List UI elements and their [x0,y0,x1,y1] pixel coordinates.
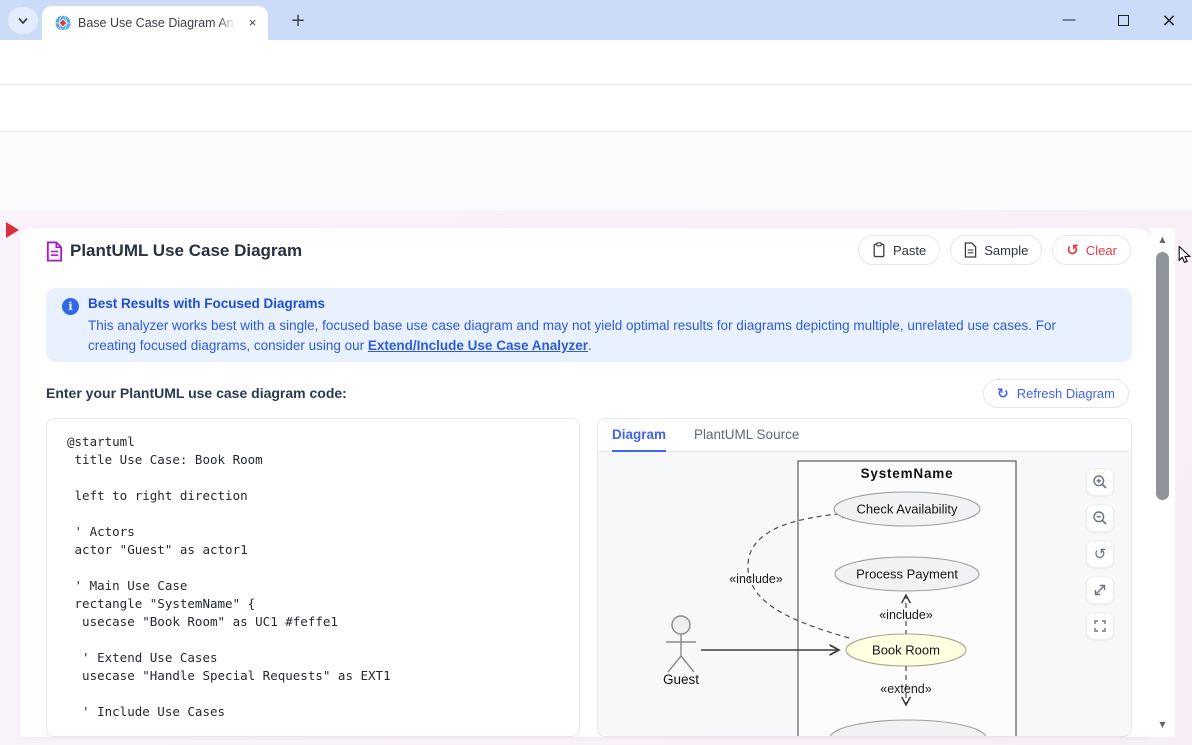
diagram-panel: Diagram PlantUML Source SystemName «incl… [597,418,1132,737]
info-icon: i [62,298,79,315]
tab-title-fade [218,14,240,34]
scroll-down-button[interactable]: ▼ [1150,720,1175,729]
tab-title: Base Use Case Diagram Analyze [78,16,238,32]
undo-icon: ↺ [1066,241,1079,259]
tab-plantuml-source[interactable]: PlantUML Source [694,419,799,452]
extend-label: «extend» [880,682,931,696]
window-maximize-button[interactable] [1100,0,1146,40]
fullscreen-icon [1092,618,1108,634]
chevron-down-icon [17,17,29,25]
card-title: PlantUML Use Case Diagram [70,241,302,261]
tab-close-button[interactable]: × [244,15,261,32]
svg-text:Book Room: Book Room [872,643,940,658]
svg-text:Process Payment: Process Payment [856,567,958,582]
extend-include-analyzer-link[interactable]: Extend/Include Use Case Analyzer [368,338,588,353]
expand-icon [1092,582,1108,598]
maximize-icon [1118,15,1129,26]
clipboard-icon [872,242,886,258]
new-tab-button[interactable]: + [286,9,310,33]
code-editor-panel: @startuml title Use Case: Book Room left… [46,418,580,737]
refresh-diagram-button[interactable]: ↻ Refresh Diagram [983,379,1129,408]
paste-button[interactable]: Paste [858,235,940,265]
tab-search-button[interactable] [8,7,38,34]
red-decoration [6,222,20,239]
svg-text:Check Availability: Check Availability [857,502,958,517]
include-label-left: «include» [729,572,783,586]
zoom-in-icon [1092,474,1108,490]
zoom-in-button[interactable] [1086,468,1114,496]
actor-guest [666,616,696,672]
code-input-label: Enter your PlantUML use case diagram cod… [46,385,347,401]
window-close-button[interactable]: × [1146,0,1192,40]
card-actions: Paste Sample ↺ Clear [858,235,1131,265]
main-card: PlantUML Use Case Diagram Paste Sample ↺… [20,228,1150,737]
window-minimize-button[interactable]: — [1046,0,1092,40]
visual-paradigm-favicon-icon [55,15,71,31]
scroll-thumb[interactable] [1156,252,1169,500]
refresh-icon: ↻ [997,386,1009,402]
mouse-cursor [1178,246,1192,264]
zoom-out-icon [1092,510,1108,526]
tab-diagram[interactable]: Diagram [612,419,666,452]
alert-title: Best Results with Focused Diagrams [88,296,325,311]
scroll-up-button[interactable]: ▲ [1150,235,1175,244]
wizard-stepper: 1 PlantUML Diagram Input 2 Analysis Repo… [0,132,1192,210]
actor-guest-label: Guest [663,672,699,687]
app-header: Base Use Case Diagram Analyzer Powered b… [0,85,1192,132]
alert-body: This analyzer works best with a single, … [88,316,1098,356]
clear-button[interactable]: ↺ Clear [1052,235,1131,265]
fullscreen-button[interactable] [1086,612,1114,640]
zoom-out-button[interactable] [1086,504,1114,532]
sample-document-icon [964,242,977,258]
include-label-middle: «include» [879,608,933,622]
browser-toolbar: ← → ↻ ai-toolbox.visual-paradigm.com/app… [0,40,1192,85]
system-name-label: SystemName [861,466,954,481]
browser-tab[interactable]: Base Use Case Diagram Analyze × [42,6,268,40]
info-alert: i Best Results with Focused Diagrams Thi… [46,288,1132,362]
browser-titlebar: Base Use Case Diagram Analyze × + — × [0,0,1192,40]
page-scrollbar[interactable]: ▲ ▼ [1150,228,1175,737]
expand-button[interactable] [1086,576,1114,604]
sample-button[interactable]: Sample [950,235,1042,265]
reset-view-button[interactable]: ↺ [1086,540,1114,568]
use-case-diagram-canvas: SystemName «include» Check Availability … [598,452,1132,737]
purple-document-icon [46,241,63,262]
code-editor[interactable]: @startuml title Use Case: Book Room left… [67,433,579,721]
diagram-tabs: Diagram PlantUML Source [598,419,1131,452]
